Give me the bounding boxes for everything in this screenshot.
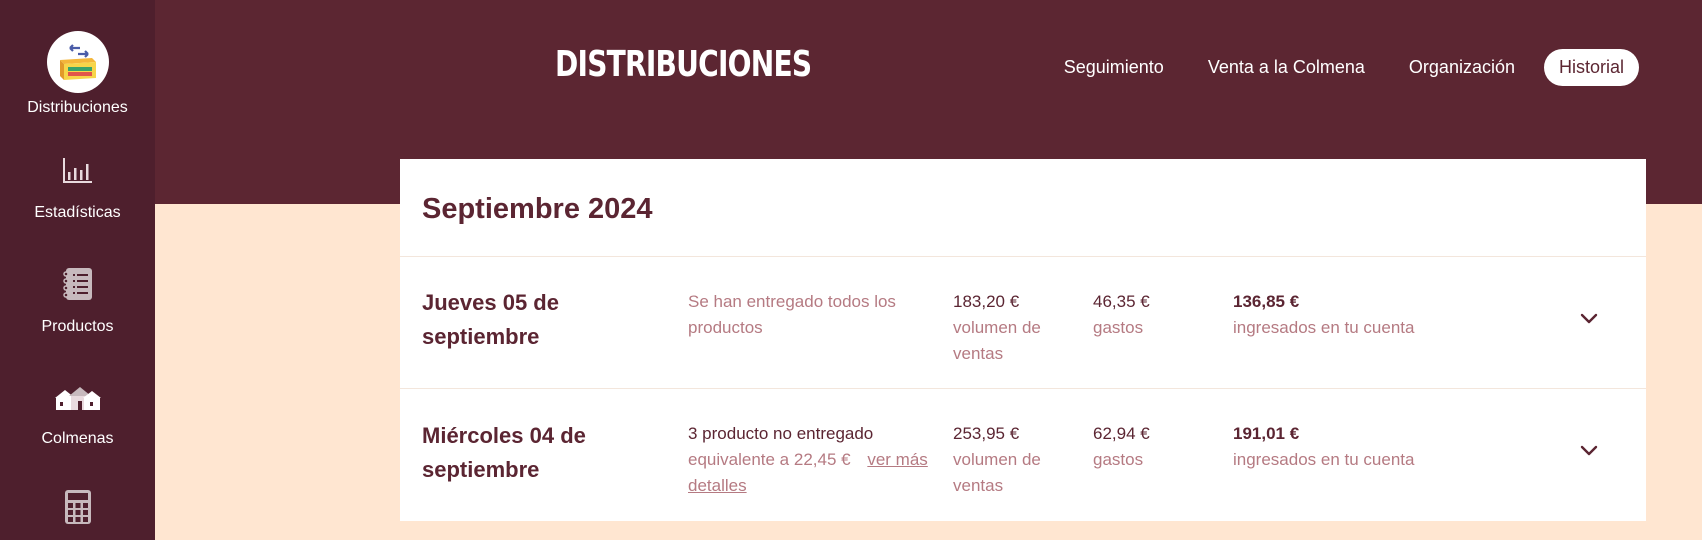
sidebar-item-calculator[interactable] [0, 488, 155, 528]
sales-label: volumen de ventas [953, 318, 1041, 363]
chevron-down-icon[interactable] [1578, 307, 1600, 329]
row-date-line2: septiembre [422, 324, 540, 349]
sidebar-item-label: Distribuciones [27, 99, 128, 116]
row-status: Se han entregado todos los productos [688, 292, 896, 337]
tab-historial[interactable]: Historial [1543, 49, 1639, 86]
sidebar-item-estadisticas[interactable]: Estadísticas [0, 150, 155, 222]
houses-icon [53, 376, 103, 416]
row-date: Miércoles 04 de septiembre [422, 419, 662, 487]
sidebar-item-label: Estadísticas [34, 204, 121, 221]
sidebar-item-label: Productos [41, 318, 114, 335]
income-column: 191,01 € ingresados en tu cuenta [1233, 421, 1483, 473]
income-column: 136,85 € ingresados en tu cuenta [1233, 289, 1483, 341]
row-status: 3 producto no entregado equivalente a 22… [688, 421, 938, 499]
table-row: Miércoles 04 de septiembre 3 producto no… [400, 388, 1646, 520]
costs-column: 62,94 € gastos [1093, 421, 1203, 473]
page-title: DISTRIBUCIONES [555, 44, 812, 85]
tab-organizacion[interactable]: Organización [1394, 49, 1530, 86]
status-sub: equivalente a 22,45 € [688, 450, 851, 469]
costs-label: gastos [1093, 450, 1144, 469]
sidebar-item-productos[interactable]: Productos [0, 264, 155, 336]
sidebar-item-label: Colmenas [41, 430, 114, 447]
calculator-icon [58, 488, 98, 528]
sales-value: 253,95 € [953, 424, 1020, 443]
income-value: 191,01 € [1233, 424, 1300, 443]
table-row: Jueves 05 de septiembre Se han entregado… [400, 256, 1646, 388]
sales-column: 253,95 € volumen de ventas [953, 421, 1063, 499]
income-label: ingresados en tu cuenta [1233, 450, 1415, 469]
bar-chart-icon [58, 150, 98, 190]
costs-value: 46,35 € [1093, 292, 1150, 311]
top-nav: Seguimiento Venta a la Colmena Organizac… [1049, 49, 1639, 86]
row-date-line2: septiembre [422, 457, 540, 482]
chevron-down-icon[interactable] [1578, 439, 1600, 461]
sales-column: 183,20 € volumen de ventas [953, 289, 1063, 367]
distribution-box-icon [46, 31, 109, 93]
month-title: Septiembre 2024 [422, 193, 653, 225]
row-date: Jueves 05 de septiembre [422, 286, 662, 354]
sidebar-item-distribuciones[interactable]: Distribuciones [0, 31, 155, 117]
costs-column: 46,35 € gastos [1093, 289, 1203, 341]
sidebar-item-colmenas[interactable]: Colmenas [0, 376, 155, 448]
sidebar: Distribuciones Estadísticas Productos Co… [0, 0, 155, 540]
income-value: 136,85 € [1233, 292, 1300, 311]
costs-label: gastos [1093, 318, 1144, 337]
status-main: 3 producto no entregado [688, 424, 874, 443]
income-label: ingresados en tu cuenta [1233, 318, 1415, 337]
row-date-line1: Miércoles 04 de [422, 423, 586, 448]
sales-value: 183,20 € [953, 292, 1020, 311]
tab-seguimiento[interactable]: Seguimiento [1049, 49, 1179, 86]
tab-venta-a-la-colmena[interactable]: Venta a la Colmena [1193, 49, 1380, 86]
row-date-line1: Jueves 05 de [422, 290, 559, 315]
history-card: Septiembre 2024 Jueves 05 de septiembre … [400, 159, 1646, 521]
notebook-list-icon [58, 264, 98, 304]
sales-label: volumen de ventas [953, 450, 1041, 495]
costs-value: 62,94 € [1093, 424, 1150, 443]
